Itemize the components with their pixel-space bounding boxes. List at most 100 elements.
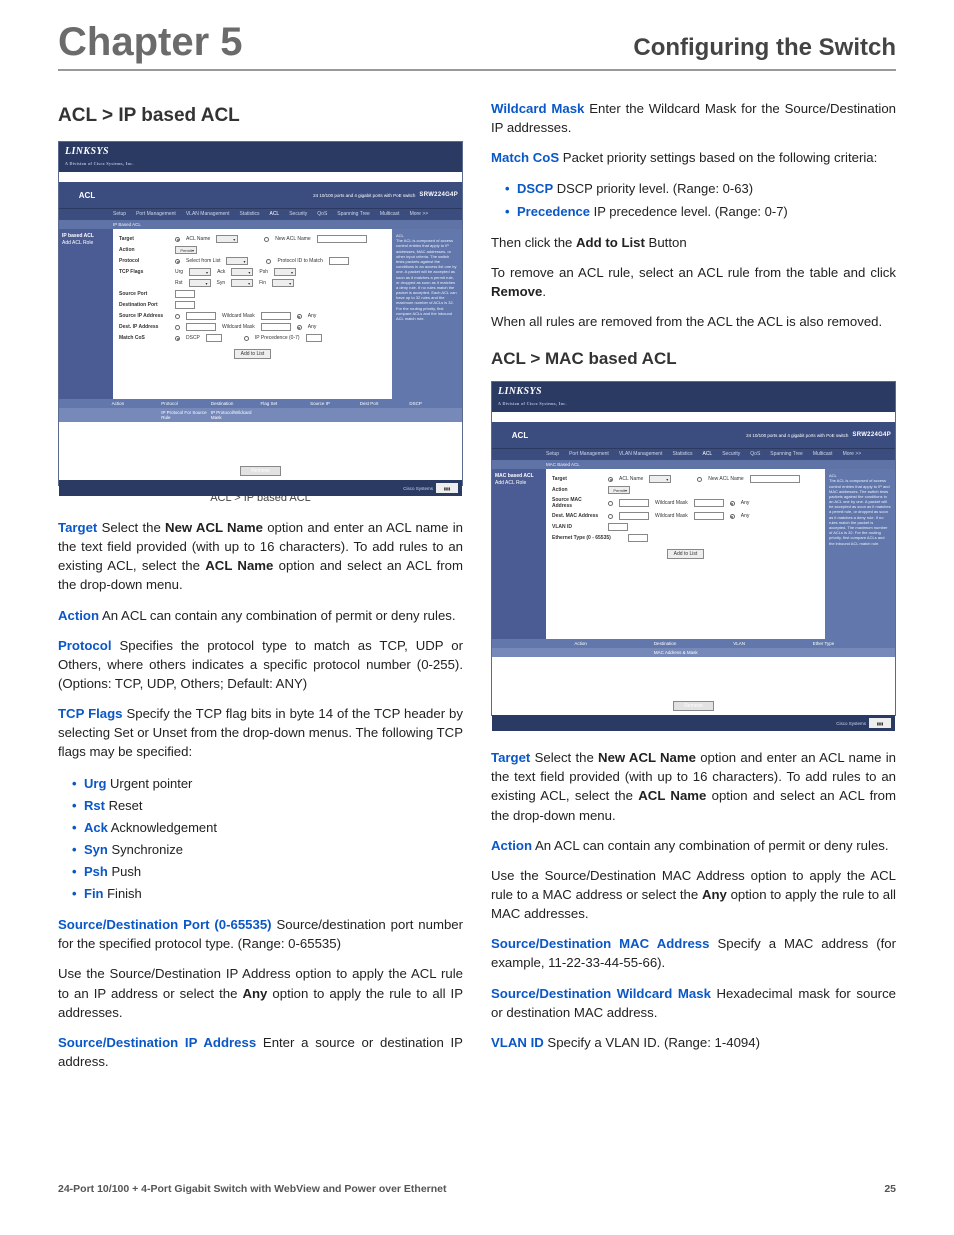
lbl-match-cos: Match CoS <box>119 335 169 341</box>
para2-target: Target Select the New ACL Name option an… <box>491 748 896 825</box>
tab-port-mgmt[interactable]: Port Management <box>569 451 609 457</box>
tab-port-mgmt[interactable]: Port Management <box>136 211 176 217</box>
sidenav-mac-acl[interactable]: MAC based ACL <box>495 473 543 479</box>
select-action[interactable]: Permit ▾ <box>175 246 197 254</box>
input-dst-ip[interactable] <box>186 323 216 331</box>
lbl-new-acl: New ACL Name <box>708 476 743 482</box>
tab-vlan-mgmt[interactable]: VLAN Management <box>619 451 663 457</box>
tab-setup[interactable]: Setup <box>113 211 126 217</box>
sidenav-add-role[interactable]: Add ACL Role <box>62 240 110 246</box>
tab-security[interactable]: Security <box>722 451 740 457</box>
input-protocol-id[interactable] <box>329 257 349 265</box>
input-src-wild[interactable] <box>261 312 291 320</box>
select-acl-name[interactable]: ▾ <box>649 475 671 483</box>
lbl-new-acl: New ACL Name <box>275 236 310 242</box>
tab-acl[interactable]: ACL <box>702 451 712 457</box>
sidenav-ip-acl[interactable]: IP based ACL <box>62 233 110 239</box>
tab-statistics[interactable]: Statistics <box>239 211 259 217</box>
brand-sub: A Division of Cisco Systems, Inc. <box>498 401 567 406</box>
radio-srcmac[interactable] <box>608 501 613 506</box>
input-dst-mac[interactable] <box>619 512 649 520</box>
tab-setup[interactable]: Setup <box>546 451 559 457</box>
brand-bar: LINKSYS A Division of Cisco Systems, Inc… <box>59 142 462 172</box>
list-item: Precedence IP precedence level. (Range: … <box>505 201 896 223</box>
input-dst-wild[interactable] <box>261 323 291 331</box>
tab-stp[interactable]: Spanning Tree <box>770 451 803 457</box>
radio-srcmac-any[interactable] <box>730 501 735 506</box>
para-use-srcdst-ip: Use the Source/Destination IP Address op… <box>58 964 463 1021</box>
radio-dstip[interactable] <box>175 325 180 330</box>
tab-statistics[interactable]: Statistics <box>672 451 692 457</box>
tab-multicast[interactable]: Multicast <box>813 451 833 457</box>
input-vlan-id[interactable] <box>608 523 628 531</box>
input-src-mac[interactable] <box>619 499 649 507</box>
radio-new-acl[interactable] <box>697 477 702 482</box>
flag-list: Urg Urgent pointer Rst Reset Ack Acknowl… <box>58 773 463 906</box>
radio-dstip-any[interactable] <box>297 325 302 330</box>
lbl-eth-type: Ethernet Type (0 - 65535) <box>552 535 622 541</box>
radio-acl-name[interactable] <box>608 477 613 482</box>
radio-dscp[interactable] <box>175 336 180 341</box>
brand-logo: LINKSYS <box>498 386 542 397</box>
input-dst-wild[interactable] <box>694 512 724 520</box>
para-match-cos: Match CoS Packet priority settings based… <box>491 148 896 167</box>
radio-proto-id[interactable] <box>266 259 271 264</box>
sidenav-add-role[interactable]: Add ACL Role <box>495 480 543 486</box>
remove-button[interactable]: Remove <box>240 466 281 476</box>
lbl-dscp: DSCP <box>186 335 200 341</box>
radio-ipprec[interactable] <box>244 336 249 341</box>
flag-fin[interactable]: ▾ <box>272 279 294 287</box>
subtab-row[interactable]: IP Based ACL <box>59 220 462 229</box>
flag-psh[interactable]: ▾ <box>274 268 296 276</box>
tab-security[interactable]: Security <box>289 211 307 217</box>
flag-ack[interactable]: ▾ <box>231 268 253 276</box>
tab-stp[interactable]: Spanning Tree <box>337 211 370 217</box>
input-dst-port[interactable] <box>175 301 195 309</box>
select-action[interactable]: Permit ▾ <box>608 486 630 494</box>
radio-srcip[interactable] <box>175 314 180 319</box>
figure-ip-acl: LINKSYS A Division of Cisco Systems, Inc… <box>58 141 463 486</box>
para-remove: To remove an ACL rule, select an ACL rul… <box>491 263 896 301</box>
select-acl-name[interactable]: ▾ <box>216 235 238 243</box>
radio-proto-list[interactable] <box>175 259 180 264</box>
lbl-wildcard1: Wildcard Mask <box>655 500 688 506</box>
flag-syn[interactable]: ▾ <box>231 279 253 287</box>
radio-new-acl[interactable] <box>264 237 269 242</box>
radio-dstmac-any[interactable] <box>730 514 735 519</box>
section-heading-ip-acl: ACL > IP based ACL <box>58 105 463 127</box>
input-src-port[interactable] <box>175 290 195 298</box>
input-ipprec[interactable] <box>306 334 322 342</box>
add-to-list-button[interactable]: Add to List <box>667 549 705 559</box>
radio-acl-name[interactable] <box>175 237 180 242</box>
input-new-acl[interactable] <box>750 475 800 483</box>
brand-logo: LINKSYS <box>65 146 109 157</box>
grid-header: ActionProtocolDestinationFlag SetSource … <box>59 399 462 408</box>
tab-more[interactable]: More >> <box>843 451 862 457</box>
radio-dstmac[interactable] <box>608 514 613 519</box>
input-eth-type[interactable] <box>628 534 648 542</box>
subtab-row[interactable]: MAC Based ACL <box>492 460 895 469</box>
tab-qos[interactable]: QoS <box>317 211 327 217</box>
add-to-list-button[interactable]: Add to List <box>234 349 272 359</box>
flag-rst[interactable]: ▾ <box>189 279 211 287</box>
tab-acl[interactable]: ACL <box>269 211 279 217</box>
tab-qos[interactable]: QoS <box>750 451 760 457</box>
header-subtitle: Configuring the Switch <box>633 34 896 62</box>
input-dscp[interactable] <box>206 334 222 342</box>
list-item: Ack Acknowledgement <box>72 817 463 839</box>
radio-srcip-any[interactable] <box>297 314 302 319</box>
tab-vlan-mgmt[interactable]: VLAN Management <box>186 211 230 217</box>
tab-more[interactable]: More >> <box>410 211 429 217</box>
input-src-ip[interactable] <box>186 312 216 320</box>
lbl-action: Action <box>119 247 169 253</box>
grid-header: ActionDestinationVLANEther Type <box>492 639 895 648</box>
section-label: ACL <box>63 191 111 200</box>
input-src-wild[interactable] <box>694 499 724 507</box>
brand-bar: LINKSYS A Division of Cisco Systems, Inc… <box>492 382 895 412</box>
flag-urg[interactable]: ▾ <box>189 268 211 276</box>
input-new-acl[interactable] <box>317 235 367 243</box>
select-protocol[interactable]: ▾ <box>226 257 248 265</box>
lbl-src-mac: Source MAC Address <box>552 497 602 509</box>
tab-multicast[interactable]: Multicast <box>380 211 400 217</box>
remove-button[interactable]: Remove <box>673 701 714 711</box>
